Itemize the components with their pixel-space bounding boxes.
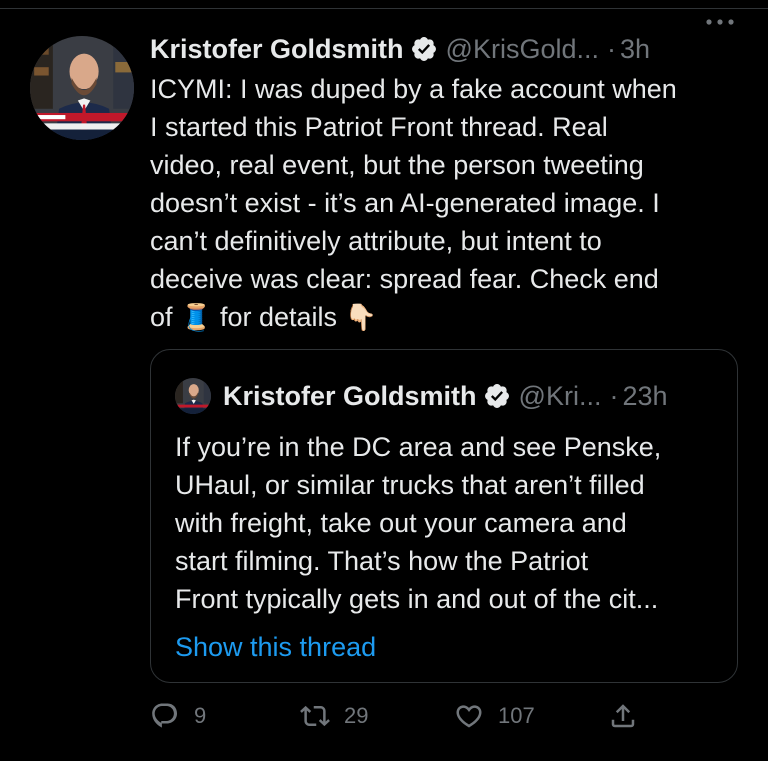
show-thread-link[interactable]: Show this thread [175,628,376,666]
tweet-header: Kristofer Goldsmith @KrisGold... · 3h [150,28,750,70]
tweet-body-text: for details [219,302,337,332]
tweet-body: ICYMI: I was duped by a fake account whe… [150,70,740,336]
retweet-button[interactable]: 29 [300,696,368,736]
quoted-tweet[interactable]: Kristofer Goldsmith @Kri... · 23h If you… [150,349,738,683]
author-name[interactable]: Kristofer Goldsmith [150,31,404,67]
quoted-body-line: Front typically gets in and out of the c… [175,584,659,614]
more-horizontal-icon[interactable] [704,12,736,32]
retweet-icon [300,705,330,727]
separator-dot: · [606,34,616,64]
quoted-body-line: start filming. That’s how the Patriot [175,546,589,576]
tweet-body-line: doesn’t exist - it’s an AI-generated ima… [150,188,660,218]
author-handle[interactable]: @KrisGold... [446,31,599,67]
tweet-body-line: deceive was clear: spread fear. Check en… [150,264,659,294]
like-button[interactable]: 107 [454,696,535,736]
thread-emoji: 🧵 [180,302,213,332]
tweet-body-line-last: of 🧵 for details 👇🏻 [150,298,740,336]
quoted-tweet-time: 23h [622,380,668,411]
reply-count: 9 [194,703,207,728]
reply-icon [152,703,178,728]
heart-icon [456,705,482,728]
tweet-body-line: I started this Patriot Front thread. Rea… [150,112,608,142]
avatar-photo [30,36,134,140]
quoted-tweet-header: Kristofer Goldsmith @Kri... · 23h [175,376,725,416]
quoted-author-handle: @Kri... [518,380,602,411]
quoted-body-line: with freight, take out your camera and [175,508,627,538]
separator-dot: · [609,380,619,411]
share-icon [611,704,635,728]
quoted-avatar-photo [175,378,211,414]
tweet-body-line: can’t definitively attribute, but intent… [150,226,602,256]
reply-button[interactable]: 9 [150,696,206,736]
verified-badge-icon [484,384,509,408]
quoted-author-avatar [175,378,211,414]
tweet-time[interactable]: 3h [620,31,650,67]
quoted-author-name: Kristofer Goldsmith [223,380,477,411]
pointing-down-emoji: 👇🏻 [344,302,377,332]
share-button[interactable] [608,696,638,736]
author-avatar[interactable] [30,36,134,140]
tweet-actions: 9 29 107 [150,696,670,736]
tweet-body-line: ICYMI: I was duped by a fake account whe… [150,74,677,104]
quoted-tweet-body: If you’re in the DC area and see Penske,… [175,428,715,618]
like-count: 107 [498,703,535,728]
quoted-body-line: UHaul, or similar trucks that aren’t fil… [175,470,645,500]
tweet-body-line: video, real event, but the person tweeti… [150,150,644,180]
quoted-body-line: If you’re in the DC area and see Penske, [175,432,662,462]
retweet-count: 29 [344,703,369,728]
tweet-body-text: of [150,302,173,332]
tweet[interactable]: Kristofer Goldsmith @KrisGold... · 3h IC… [0,0,768,761]
verified-badge-icon [411,37,436,61]
